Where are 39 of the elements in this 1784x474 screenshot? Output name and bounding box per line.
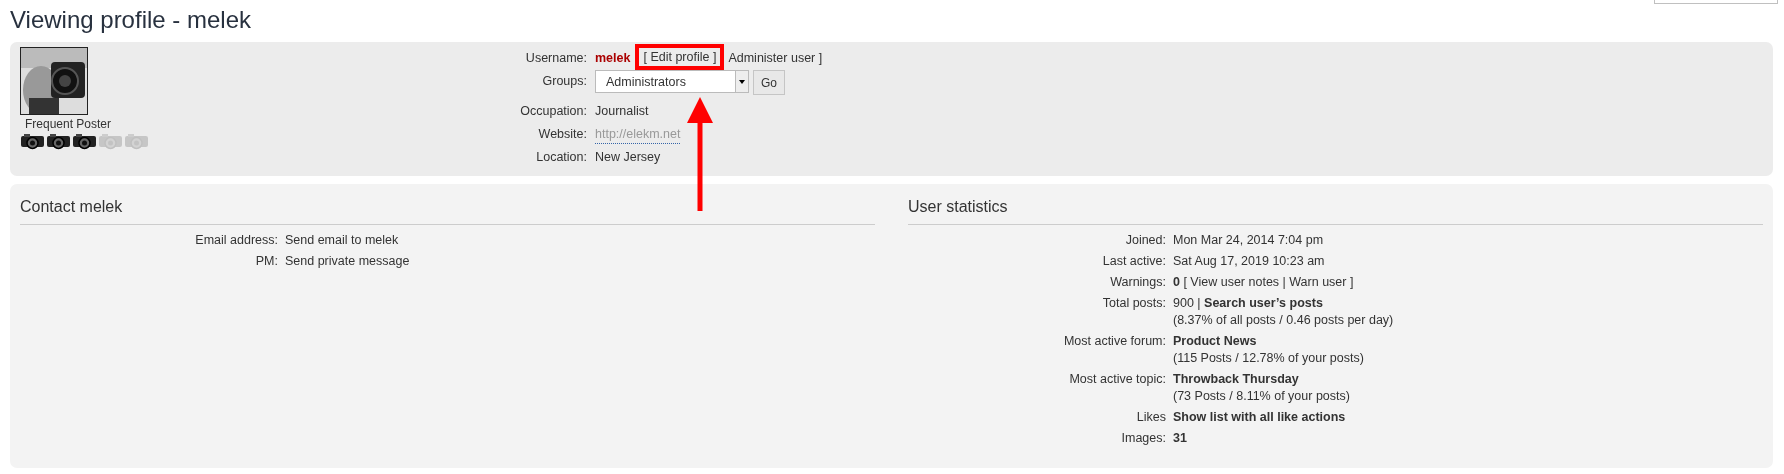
stat-label: Joined:: [1124, 233, 1166, 247]
stat-label: Total posts:: [1101, 296, 1166, 312]
stat-label: Warnings:: [1109, 275, 1166, 289]
stat-value: 31: [1173, 431, 1188, 445]
stat-label: Images:: [1120, 431, 1166, 445]
stat-value: 0 [ View user notes | Warn user ]: [1173, 275, 1355, 289]
stat-value: Throwback Thursday: [1173, 372, 1300, 386]
field-label: Website:: [538, 127, 587, 141]
stat-label: Most active topic:: [1068, 372, 1166, 388]
stat-value: Show list with all like actions: [1173, 410, 1347, 424]
field-value: Journalist: [595, 104, 649, 118]
field-label: Occupation:: [520, 104, 587, 118]
stat-note: (73 Posts / 8.11% of your posts): [1173, 389, 1351, 403]
section-title: Contact melek: [20, 192, 875, 225]
field-label: Username:: [525, 51, 587, 65]
stat-label: Likes: [1135, 410, 1166, 424]
stat-note: (115 Posts / 12.78% of your posts): [1173, 351, 1365, 365]
profile-link[interactable]: [ Edit profile ]: [635, 44, 725, 70]
stat-label: PM:: [254, 254, 278, 268]
stat-label: Most active forum:: [1062, 334, 1166, 350]
stat-label: Email address:: [194, 233, 278, 247]
profile-link[interactable]: Administer user ]: [728, 51, 823, 65]
stat-value: Product News: [1173, 334, 1258, 348]
stat-note: (8.37% of all posts / 0.46 posts per day): [1173, 313, 1395, 327]
stat-value: 900 | Search user’s posts: [1173, 296, 1324, 310]
page-title: Viewing profile - melek: [10, 5, 252, 35]
stat-value: Sat Aug 17, 2019 10:23 am: [1173, 254, 1326, 268]
go-button[interactable]: Go: [753, 70, 785, 95]
group-select[interactable]: Administrators: [595, 70, 749, 93]
stat-value: Send private message: [285, 254, 411, 268]
username: melek: [595, 51, 631, 65]
section-title: User statistics: [908, 192, 1763, 225]
stat-value: Mon Mar 24, 2014 7:04 pm: [1173, 233, 1325, 247]
stat-label: Last active:: [1101, 254, 1166, 268]
rank-title: Frequent Poster: [23, 117, 112, 131]
field-value: New Jersey: [595, 150, 661, 164]
field-label: Location:: [536, 150, 587, 164]
field-label: Groups:: [542, 74, 587, 88]
stat-value: Send email to melek: [285, 233, 400, 247]
